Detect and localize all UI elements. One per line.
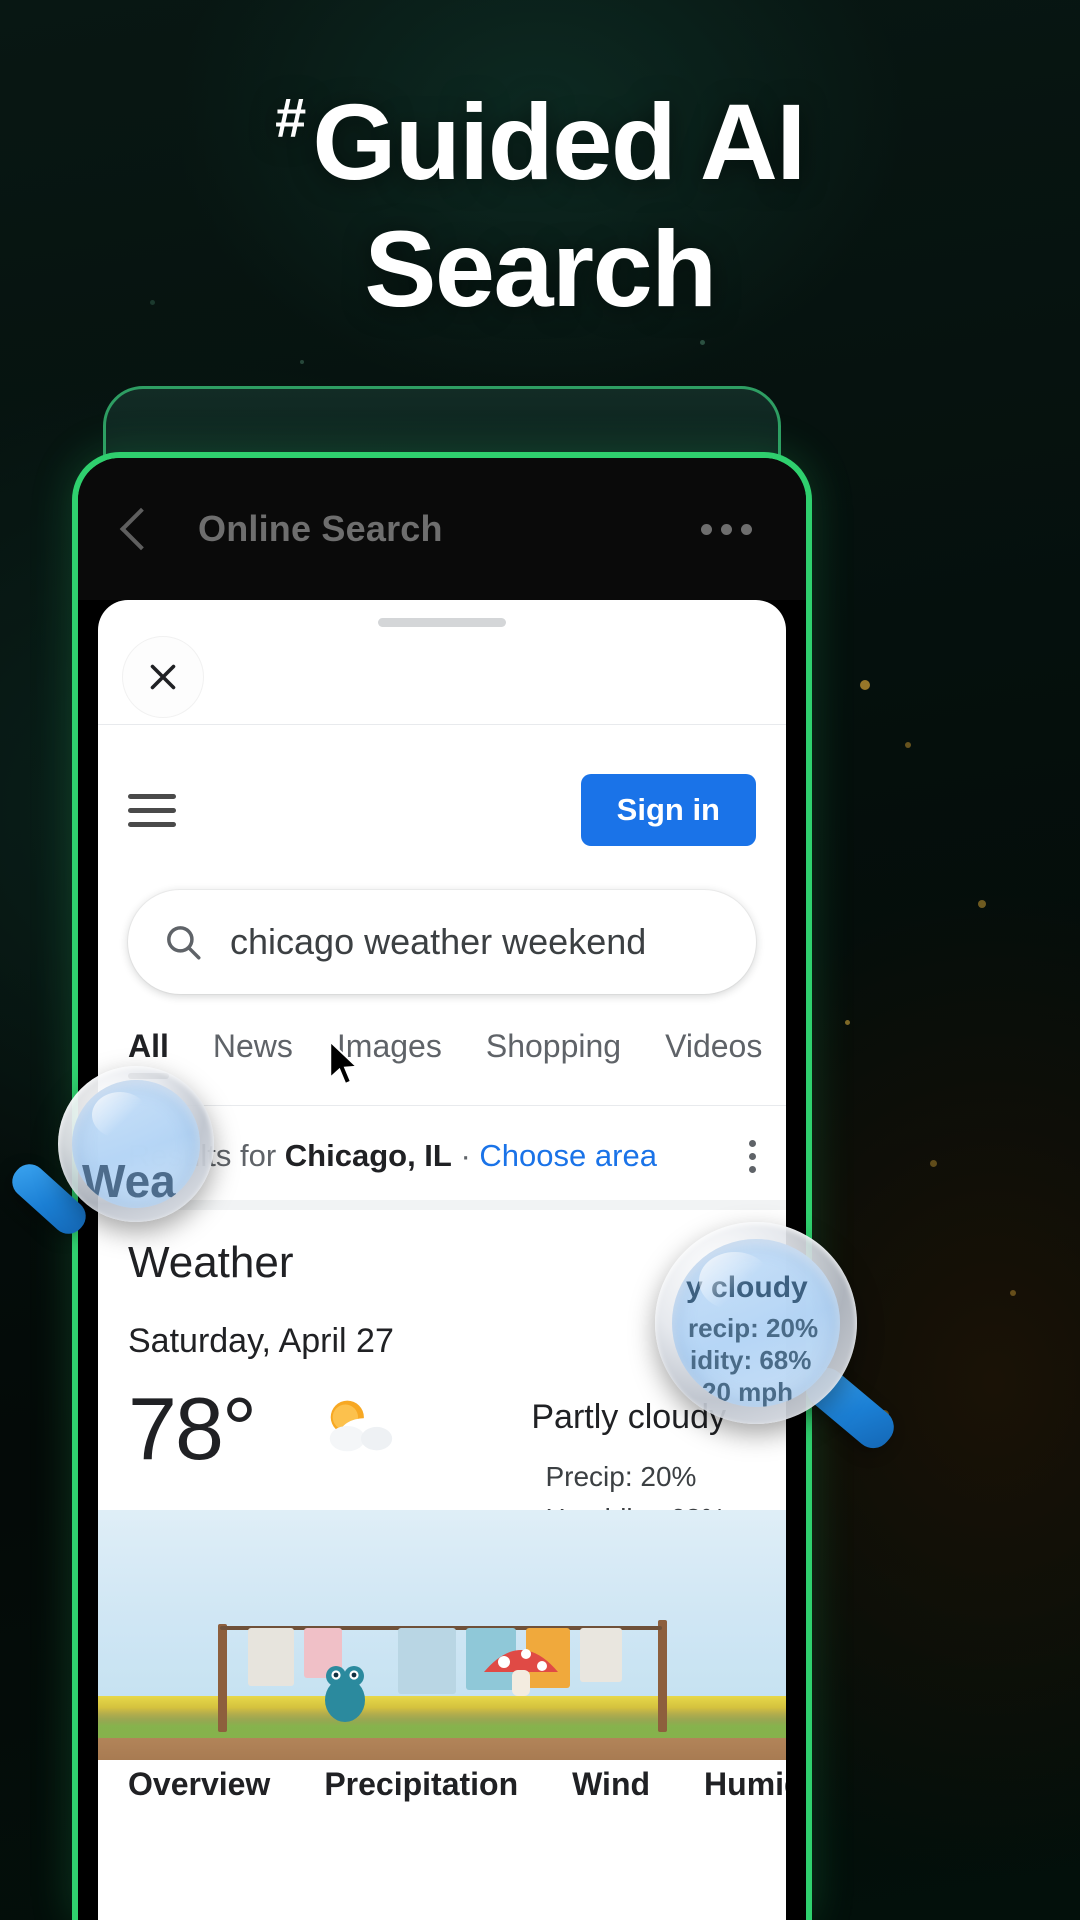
weather-illustration [98,1510,786,1760]
phone-frame: Online Search Sign in chicago weather we… [72,452,812,1920]
browser-sheet: Sign in chicago weather weekend All News… [98,600,786,1920]
weather-card: Weather Saturday, April 27 78° Partly cl… [98,1210,786,1920]
sheet-drag-handle[interactable] [378,618,506,627]
decor-speck [905,742,911,748]
decor-speck [978,900,986,908]
decor-speck [1010,1290,1016,1296]
search-result-tabs: All News Images Shopping Videos Forums [98,1028,786,1108]
sheet-divider [98,724,786,725]
more-horizontal-icon[interactable] [701,523,752,535]
promo-headline: #Guided AI Search [0,78,1080,333]
decor-speck [300,360,304,364]
illus-cloth [248,1628,294,1686]
weather-tab-overview[interactable]: Overview [128,1766,270,1803]
illus-mushroom [484,1649,558,1696]
weather-title: Weather [128,1238,294,1287]
tab-all[interactable]: All [128,1028,169,1079]
results-prefix: Results for [128,1138,285,1173]
sign-in-button[interactable]: Sign in [580,774,756,846]
magnifier-right-handle [798,1360,902,1456]
illus-pole-left [218,1624,227,1732]
tab-videos[interactable]: Videos [665,1028,762,1079]
illus-frog [325,1666,365,1722]
tab-news[interactable]: News [213,1028,293,1079]
decor-speck [700,340,705,345]
search-input[interactable]: chicago weather weekend [128,890,756,994]
close-icon[interactable] [122,636,204,718]
headline-line-2: Search [364,208,717,330]
illus-cloth [580,1628,622,1682]
mouse-pointer [329,1040,359,1086]
decor-speck [860,680,870,690]
app-title: Online Search [198,508,443,549]
headline-line-1: Guided AI [312,81,806,202]
results-location-row: Results for Chicago, IL · Choose area [98,1112,786,1200]
weather-tab-wind[interactable]: Wind [572,1766,650,1803]
hash-glyph: # [275,86,307,149]
tabs-divider [98,1105,786,1106]
google-header-bar: Sign in [98,750,786,870]
section-separator [98,1200,786,1210]
promo-screenshot: #Guided AI Search Online Search Sign in … [0,0,1080,1920]
hamburger-menu-icon[interactable] [128,793,176,827]
weather-detail-tabs: Overview Precipitation Wind Humidity [98,1766,786,1803]
decor-speck [930,1160,937,1167]
results-for-text: Results for Chicago, IL · Choose area [128,1138,657,1174]
app-top-bar: Online Search [78,458,806,600]
chevron-left-icon[interactable] [119,507,163,551]
illus-cloth [398,1628,456,1694]
weather-more-vertical-icon[interactable] [744,1254,752,1292]
partly-cloudy-icon [329,1400,393,1452]
weather-precip: Precip: 20% [545,1461,697,1492]
results-separator: · [451,1138,480,1173]
weather-date: Saturday, April 27 [128,1322,394,1360]
weather-temperature: 78° [128,1379,257,1478]
illus-grass [98,1708,786,1738]
weather-tab-precipitation[interactable]: Precipitation [324,1766,518,1803]
weather-tab-humidity[interactable]: Humidity [704,1766,786,1803]
search-icon [167,926,201,960]
weather-condition: Partly cloudy [531,1398,726,1436]
illus-pole-right [658,1620,667,1732]
decor-speck [845,1020,850,1025]
search-query-text: chicago weather weekend [230,921,647,962]
more-vertical-icon[interactable] [749,1139,756,1173]
choose-area-link[interactable]: Choose area [479,1138,657,1173]
results-location: Chicago, IL [284,1138,452,1173]
tab-shopping[interactable]: Shopping [486,1028,621,1079]
